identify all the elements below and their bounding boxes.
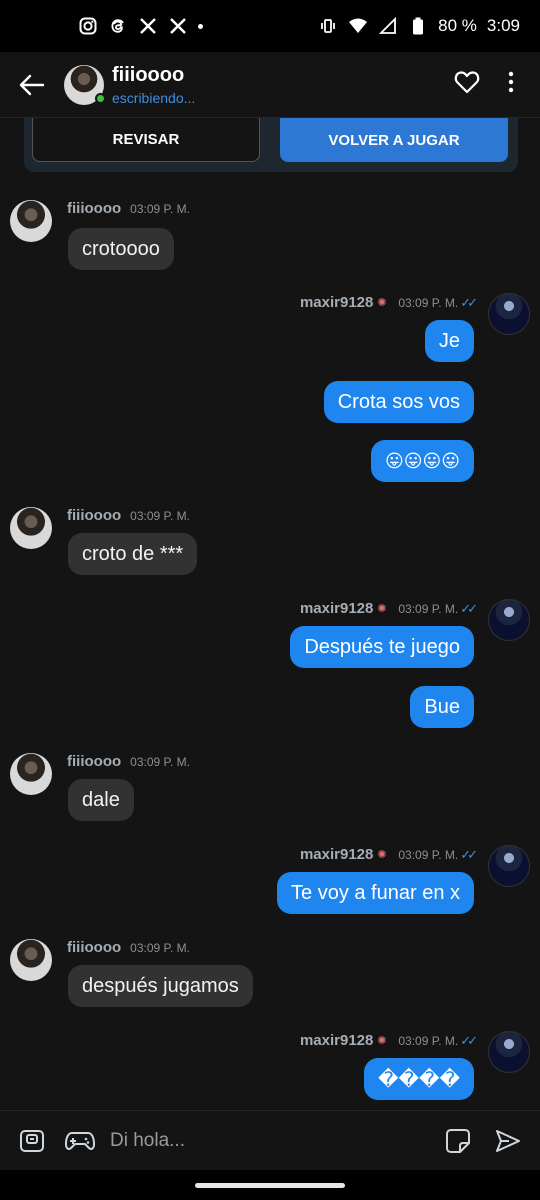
message-meta: fiiioooo 03:09 P. M. <box>67 753 190 770</box>
read-receipt-icon: ✓✓ <box>460 846 478 862</box>
avatar[interactable] <box>488 599 530 641</box>
contact-avatar[interactable] <box>64 64 106 105</box>
home-gesture-handle[interactable] <box>195 1183 345 1188</box>
avatar[interactable] <box>10 939 52 981</box>
sticker-button[interactable] <box>442 1125 474 1157</box>
avatar[interactable] <box>488 845 530 887</box>
online-indicator <box>95 92 106 104</box>
play-again-button[interactable]: VOLVER A JUGAR <box>280 118 508 162</box>
send-icon <box>496 1129 520 1152</box>
message-time: 03:09 P. M. <box>130 201 190 216</box>
message-bubble[interactable]: Después te juego <box>290 626 474 668</box>
message-time: 03:09 P. M. <box>398 847 459 862</box>
image-icon <box>20 1129 44 1152</box>
avatar[interactable] <box>488 1031 530 1073</box>
battery-level: 80 % <box>438 16 477 35</box>
message-bubble[interactable]: Je <box>424 320 474 362</box>
heart-button[interactable] <box>454 70 480 99</box>
sender-name: fiiioooo <box>67 939 122 956</box>
message-input[interactable] <box>110 1129 430 1152</box>
message-meta: maxir9128 ✺ 03:09 P. M. ✓✓ <box>299 1032 478 1049</box>
message-composer <box>0 1110 540 1170</box>
message-bubble[interactable]: crotoooo <box>68 228 174 270</box>
sticker-icon <box>446 1128 470 1153</box>
review-button[interactable]: REVISAR <box>32 118 260 162</box>
notification-icons <box>78 16 203 36</box>
message-time: 03:09 P. M. <box>398 601 459 616</box>
chat-header: fiiioooo escribiendo... <box>0 52 540 118</box>
user-badge-icon: ✺ <box>377 1034 387 1047</box>
user-badge-icon: ✺ <box>377 296 387 309</box>
message-time: 03:09 P. M. <box>130 508 190 523</box>
heart-icon <box>454 71 480 94</box>
message-time: 03:09 P. M. <box>398 1033 459 1048</box>
user-badge-icon: ✺ <box>377 848 387 861</box>
game-button[interactable] <box>64 1125 96 1157</box>
navigation-bar <box>0 1170 540 1200</box>
sender-name: fiiioooo <box>67 507 122 524</box>
media-button[interactable] <box>16 1125 48 1157</box>
system-icons: 80 % 3:09 <box>318 16 520 36</box>
contact-name: fiiioooo <box>112 63 185 86</box>
message-meta: fiiioooo 03:09 P. M. <box>67 200 190 217</box>
message-meta: fiiioooo 03:09 P. M. <box>67 939 190 956</box>
message-meta: maxir9128 ✺ 03:09 P. M. ✓✓ <box>299 846 478 863</box>
sender-name: fiiioooo <box>67 753 122 770</box>
message-bubble[interactable]: Bue <box>410 686 474 728</box>
typing-status: escribiendo... <box>112 89 196 106</box>
sender-name: maxir9128 <box>299 294 374 311</box>
arrow-left-icon <box>19 74 45 95</box>
instagram-icon <box>78 16 98 36</box>
sender-name: fiiioooo <box>67 200 122 217</box>
more-options-button[interactable] <box>508 71 514 98</box>
message-bubble[interactable]: dale <box>68 779 134 821</box>
avatar[interactable] <box>10 507 52 549</box>
sender-name: maxir9128 <box>299 1032 374 1049</box>
threads-icon <box>108 16 128 36</box>
message-meta: fiiioooo 03:09 P. M. <box>67 507 190 524</box>
more-vertical-icon <box>508 71 514 93</box>
avatar[interactable] <box>10 753 52 795</box>
x-icon <box>138 16 158 36</box>
read-receipt-icon: ✓✓ <box>460 600 478 616</box>
more-notifications-dot <box>198 23 203 29</box>
wifi-icon <box>348 16 368 36</box>
header-actions <box>454 70 540 99</box>
message-meta: maxir9128 ✺ 03:09 P. M. ✓✓ <box>299 294 478 311</box>
message-bubble[interactable]: después jugamos <box>68 965 253 1007</box>
message-bubble[interactable]: 😛😛😛😛 <box>370 440 474 482</box>
vibrate-icon <box>318 16 338 36</box>
message-bubble[interactable]: Te voy a funar en x <box>277 872 474 914</box>
clock: 3:09 <box>486 16 520 35</box>
message-bubble[interactable]: croto de *** <box>68 533 198 575</box>
read-receipt-icon: ✓✓ <box>460 294 478 310</box>
send-button[interactable] <box>492 1125 524 1157</box>
message-meta: maxir9128 ✺ 03:09 P. M. ✓✓ <box>299 600 478 617</box>
x-icon <box>168 16 188 36</box>
message-time: 03:09 P. M. <box>130 940 190 955</box>
message-bubble[interactable]: Crota sos vos <box>323 381 474 423</box>
status-bar: 80 % 3:09 <box>0 0 540 52</box>
message-time: 03:09 P. M. <box>130 754 190 769</box>
signal-icon <box>378 16 398 36</box>
read-receipt-icon: ✓✓ <box>460 1032 478 1048</box>
battery-icon <box>408 16 428 36</box>
gamepad-icon <box>65 1131 95 1150</box>
avatar[interactable] <box>488 293 530 335</box>
back-button[interactable] <box>0 52 64 118</box>
avatar[interactable] <box>10 200 52 242</box>
message-bubble[interactable]: ���� <box>363 1058 474 1100</box>
sender-name: maxir9128 <box>299 846 374 863</box>
contact-info[interactable]: fiiioooo escribiendo... <box>112 64 195 106</box>
message-time: 03:09 P. M. <box>398 295 459 310</box>
user-badge-icon: ✺ <box>377 602 387 615</box>
game-result-card: REVISAR VOLVER A JUGAR <box>24 118 518 172</box>
sender-name: maxir9128 <box>299 600 374 617</box>
